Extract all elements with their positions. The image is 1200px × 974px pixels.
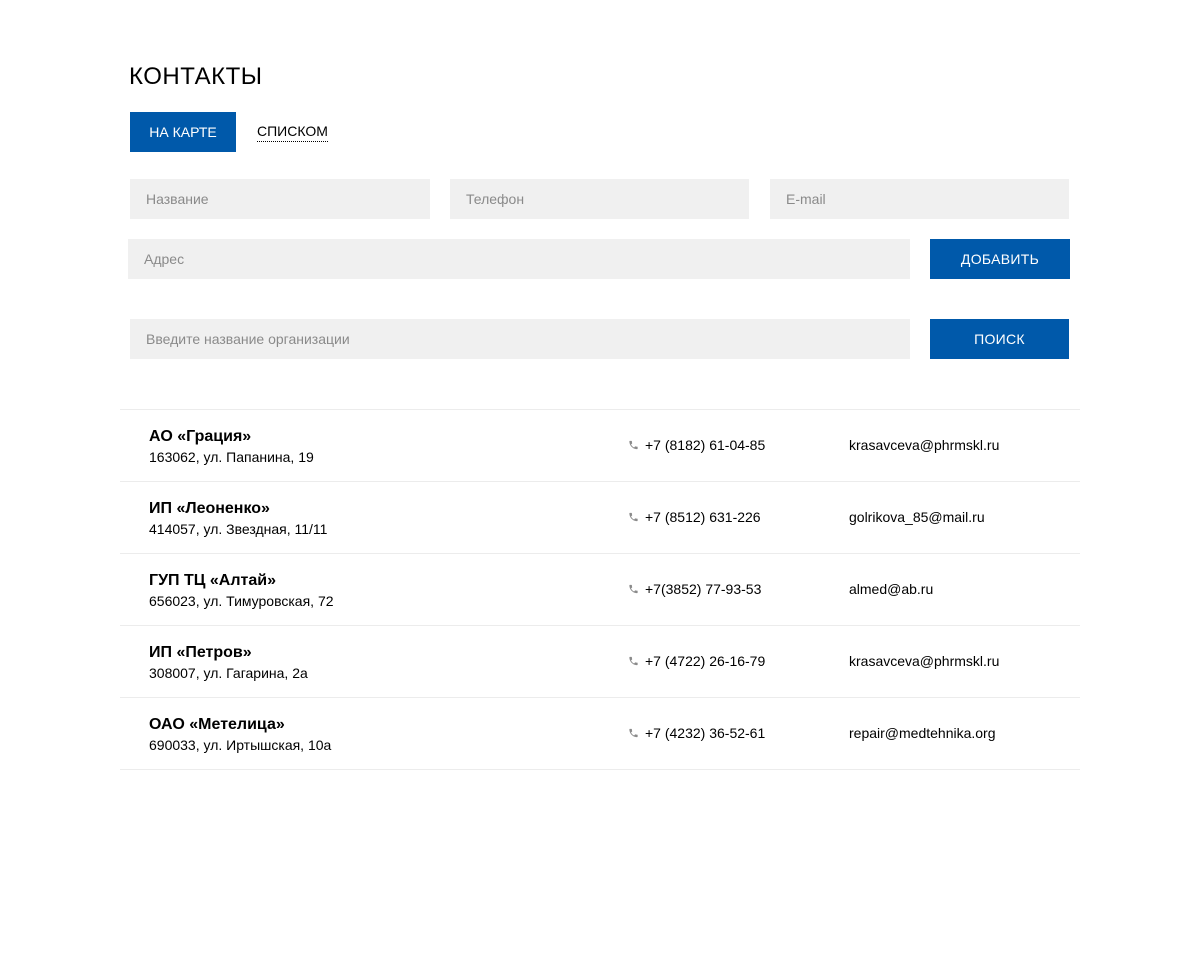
org-phone[interactable]: +7 (8512) 631-226 <box>645 509 761 526</box>
search-button[interactable]: ПОИСК <box>930 319 1069 359</box>
list-item: АО «Грация» 163062, ул. Папанина, 19 +7 … <box>120 410 1080 482</box>
org-name: ГУП ТЦ «Алтай» <box>149 572 276 589</box>
org-phone[interactable]: +7 (4722) 26-16-79 <box>645 653 765 670</box>
org-address: 163062, ул. Папанина, 19 <box>149 449 314 465</box>
org-email[interactable]: golrikova_85@mail.ru <box>849 509 985 526</box>
phone-input[interactable] <box>450 179 749 219</box>
list-item: ОАО «Метелица» 690033, ул. Иртышская, 10… <box>120 698 1080 770</box>
page-title: КОНТАКТЫ <box>129 63 263 90</box>
organizations-list: АО «Грация» 163062, ул. Папанина, 19 +7 … <box>120 409 1080 770</box>
org-address: 656023, ул. Тимуровская, 72 <box>149 593 334 609</box>
org-phone[interactable]: +7 (4232) 36-52-61 <box>645 725 765 742</box>
phone-icon <box>629 584 638 594</box>
org-phone[interactable]: +7(3852) 77-93-53 <box>645 581 761 598</box>
org-address: 690033, ул. Иртышская, 10а <box>149 737 332 753</box>
phone-icon <box>629 728 638 738</box>
phone-icon <box>629 440 638 450</box>
email-input[interactable] <box>770 179 1069 219</box>
org-name: ОАО «Метелица» <box>149 716 285 733</box>
org-name: ИП «Петров» <box>149 644 252 661</box>
tab-list-view[interactable]: СПИСКОМ <box>257 122 328 142</box>
tab-on-map[interactable]: НА КАРТЕ <box>130 112 236 152</box>
org-email[interactable]: almed@ab.ru <box>849 581 933 598</box>
list-item: ИП «Леоненко» 414057, ул. Звездная, 11/1… <box>120 482 1080 554</box>
org-address: 414057, ул. Звездная, 11/11 <box>149 521 328 537</box>
add-button[interactable]: ДОБАВИТЬ <box>930 239 1070 279</box>
org-name: АО «Грация» <box>149 428 252 445</box>
address-input[interactable] <box>128 239 910 279</box>
org-email[interactable]: krasavceva@phrmskl.ru <box>849 653 999 670</box>
phone-icon <box>629 512 638 522</box>
org-email[interactable]: repair@medtehnika.org <box>849 725 996 742</box>
org-phone[interactable]: +7 (8182) 61-04-85 <box>645 437 765 454</box>
search-input[interactable] <box>130 319 910 359</box>
org-name: ИП «Леоненко» <box>149 500 270 517</box>
org-email[interactable]: krasavceva@phrmskl.ru <box>849 437 999 454</box>
org-address: 308007, ул. Гагарина, 2а <box>149 665 308 681</box>
name-input[interactable] <box>130 179 430 219</box>
list-item: ГУП ТЦ «Алтай» 656023, ул. Тимуровская, … <box>120 554 1080 626</box>
phone-icon <box>629 656 638 666</box>
list-item: ИП «Петров» 308007, ул. Гагарина, 2а +7 … <box>120 626 1080 698</box>
